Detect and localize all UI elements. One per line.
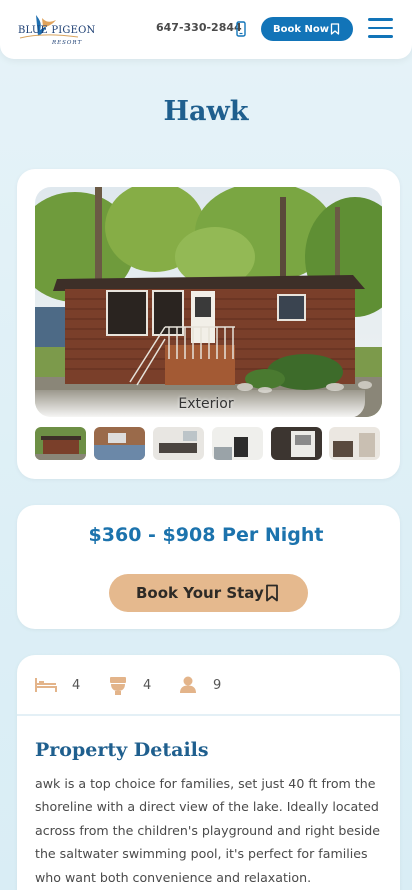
thumbnail-kitchen[interactable] (212, 427, 263, 460)
bed-count: 4 (72, 678, 81, 693)
property-details-heading: Property Details (35, 739, 209, 761)
logo-text: BLUE PIGEON (18, 25, 96, 36)
book-now-button[interactable]: Book Now (261, 17, 353, 41)
guest-count: 9 (213, 678, 222, 693)
main-photo-exterior[interactable] (35, 187, 382, 417)
blue-pigeon-logo[interactable]: BLUE PIGEON RESORT (16, 12, 95, 50)
guest-icon (180, 676, 196, 693)
site-header: BLUE PIGEON RESORT 647-330-2844 Book Now (0, 0, 412, 59)
thumbnail-room[interactable] (329, 427, 380, 460)
price-range: $360 - $908 Per Night (88, 524, 324, 546)
toilet-icon (110, 677, 126, 695)
book-now-label: Book Now (273, 23, 329, 35)
bed-icon (35, 678, 57, 692)
book-your-stay-label: Book Your Stay (136, 584, 264, 602)
cabin-exterior-image (35, 187, 382, 417)
bookmark-icon (266, 584, 278, 602)
photo-caption: Exterior (178, 396, 234, 412)
thumbnail-bedroom[interactable] (271, 427, 322, 460)
bath-count: 4 (143, 678, 152, 693)
property-details-text: awk is a top choice for families, set ju… (35, 776, 380, 885)
section-divider (17, 714, 400, 716)
page-title: Hawk (163, 96, 249, 127)
phone-number-link[interactable]: 647-330-2844 (156, 21, 242, 34)
thumbnail-exterior[interactable] (35, 427, 86, 460)
book-your-stay-button[interactable]: Book Your Stay (109, 574, 308, 612)
thumbnail-living-room[interactable] (94, 427, 145, 460)
hamburger-menu-icon[interactable] (368, 18, 393, 38)
bookmark-icon (330, 23, 340, 35)
logo-subtext: RESORT (52, 40, 83, 46)
thumbnail-dining[interactable] (153, 427, 204, 460)
thumbnail-strip (35, 427, 380, 460)
mobile-phone-icon[interactable] (236, 21, 246, 37)
